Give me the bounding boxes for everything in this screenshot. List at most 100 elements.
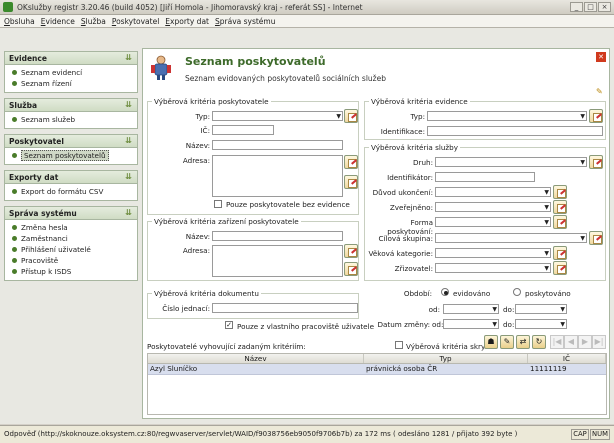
change-date-to-select[interactable]: [515, 319, 567, 329]
content-area: Evidence ⇊ Seznam evidencí Seznam řízení …: [0, 28, 614, 424]
table-row[interactable]: Azyl Sluníčko právnická osoba ČR 1111111…: [148, 364, 606, 375]
provider-ic-input[interactable]: [212, 125, 274, 135]
first-page-icon[interactable]: |◀: [550, 335, 564, 349]
menu-sluzba[interactable]: Služba: [81, 17, 106, 26]
sidebar-group-header[interactable]: Evidence ⇊: [5, 52, 137, 65]
prev-page-icon[interactable]: ◀: [564, 335, 578, 349]
facility-address-edit-button[interactable]: [344, 244, 358, 258]
ic-label: IČ:: [200, 126, 210, 135]
period-poskytovano-radio[interactable]: [513, 288, 521, 296]
sidebar-item-seznam-evidenci[interactable]: Seznam evidencí: [5, 67, 137, 78]
maximize-button[interactable]: □: [584, 2, 597, 12]
facility-address-textarea[interactable]: [212, 245, 343, 277]
shuffle-icon[interactable]: ⇄: [516, 335, 530, 349]
termination-reason-picker-button[interactable]: [553, 185, 567, 199]
pencil-icon[interactable]: ✎: [596, 87, 605, 96]
num-lock-indicator: NUM: [590, 429, 610, 440]
reference-number-input[interactable]: [212, 303, 358, 313]
collapse-icon[interactable]: ⇊: [125, 53, 132, 62]
druh-select[interactable]: [435, 157, 587, 167]
sidebar-item-seznam-poskytovatelu[interactable]: Seznam poskytovatelů: [5, 150, 137, 161]
collapse-icon[interactable]: ⇊: [125, 100, 132, 109]
minimize-button[interactable]: _: [570, 2, 583, 12]
termination-reason-select[interactable]: [435, 187, 551, 197]
change-date-from-select[interactable]: [443, 319, 499, 329]
next-page-icon[interactable]: ▶: [578, 335, 592, 349]
sidebar-group-header[interactable]: Správa systému ⇊: [5, 207, 137, 220]
sidebar-item-zmena-hesla[interactable]: Změna hesla: [5, 222, 137, 233]
sidebar-item-prihlaseni[interactable]: Přihlášení uživatelé: [5, 244, 137, 255]
target-group-select[interactable]: [435, 233, 587, 243]
service-criteria-legend: Výběrová kritéria služby: [369, 143, 460, 152]
column-header-nazev[interactable]: Název: [148, 354, 364, 363]
sidebar-group-header[interactable]: Exporty dat ⇊: [5, 171, 137, 184]
table-header: Název Typ IČ: [148, 354, 606, 364]
address-edit-button[interactable]: [344, 155, 358, 169]
refresh-icon[interactable]: ↻: [532, 335, 546, 349]
bullet-icon: [12, 269, 17, 274]
age-category-select[interactable]: [435, 248, 551, 258]
sidebar-item-label: Změna hesla: [21, 223, 68, 232]
menu-obsluha[interactable]: Obsluha: [4, 17, 35, 26]
published-label: Zveřejněno:: [389, 203, 433, 212]
cell-nazev: Azyl Sluníčko: [150, 364, 198, 373]
provider-name-input[interactable]: [212, 140, 343, 150]
facility-address-picker-button[interactable]: [344, 262, 358, 276]
hide-criteria-checkbox[interactable]: [395, 341, 403, 349]
founder-picker-button[interactable]: [553, 261, 567, 275]
sidebar-group-title: Správa systému: [9, 209, 77, 218]
provider-type-select[interactable]: [212, 111, 343, 121]
sidebar-item-isds[interactable]: Přístup k ISDS: [5, 266, 137, 277]
column-header-ic[interactable]: IČ: [528, 354, 606, 363]
collapse-icon[interactable]: ⇊: [125, 208, 132, 217]
sidebar-item-zamestnanci[interactable]: Zaměstnanci: [5, 233, 137, 244]
sidebar-item-export-csv[interactable]: Export do formátu CSV: [5, 186, 137, 197]
bullet-icon: [12, 189, 17, 194]
period-to-select[interactable]: [515, 304, 567, 314]
results-table: Název Typ IČ Azyl Sluníčko právnická oso…: [147, 353, 607, 415]
identifier-input[interactable]: [435, 172, 535, 182]
sidebar-item-seznam-rizeni[interactable]: Seznam řízení: [5, 78, 137, 89]
sidebar-group-header[interactable]: Služba ⇊: [5, 99, 137, 112]
provider-type-picker-button[interactable]: [344, 109, 358, 123]
sidebar-item-pracoviste[interactable]: Pracoviště: [5, 255, 137, 266]
caps-lock-indicator: CAP: [571, 429, 589, 440]
no-evidence-checkbox[interactable]: [214, 200, 222, 208]
provision-form-select[interactable]: [435, 217, 551, 227]
target-group-picker-button[interactable]: [589, 231, 603, 245]
age-category-picker-button[interactable]: [553, 246, 567, 260]
collapse-icon[interactable]: ⇊: [125, 136, 132, 145]
evidence-type-select[interactable]: [427, 111, 587, 121]
provision-form-picker-button[interactable]: [553, 215, 567, 229]
change-date-to-label: do:: [503, 320, 515, 329]
column-header-typ[interactable]: Typ: [364, 354, 528, 363]
facility-name-input[interactable]: [212, 231, 343, 241]
identification-input[interactable]: [427, 126, 603, 136]
published-picker-button[interactable]: [553, 200, 567, 214]
period-from-select[interactable]: [443, 304, 499, 314]
sidebar-item-seznam-sluzeb[interactable]: Seznam služeb: [5, 114, 137, 125]
menu-evidence[interactable]: Evidence: [41, 17, 75, 26]
menu-sprava[interactable]: Správa systému: [215, 17, 276, 26]
evidence-type-picker-button[interactable]: [589, 109, 603, 123]
druh-picker-button[interactable]: [589, 155, 603, 169]
last-page-icon[interactable]: ▶|: [592, 335, 606, 349]
window-titlebar: OKslužby registr 3.20.46 (build 4052) [J…: [0, 0, 614, 15]
period-evidovano-radio[interactable]: [441, 288, 449, 296]
menu-poskytovatel[interactable]: Poskytovatel: [112, 17, 159, 26]
own-workplace-checkbox[interactable]: ✓: [225, 321, 233, 329]
close-panel-button[interactable]: ✕: [596, 52, 606, 62]
sidebar-item-label: Seznam řízení: [21, 79, 72, 88]
collapse-icon[interactable]: ⇊: [125, 172, 132, 181]
published-select[interactable]: [435, 202, 551, 212]
address-picker-button[interactable]: [344, 175, 358, 189]
menu-exporty[interactable]: Exporty dat: [165, 17, 209, 26]
provider-address-textarea[interactable]: [212, 155, 343, 197]
edit-tool-icon[interactable]: ✎: [500, 335, 514, 349]
founder-select[interactable]: [435, 263, 551, 273]
sidebar-item-label: Přístup k ISDS: [21, 267, 72, 276]
name-label: Název:: [185, 141, 210, 150]
new-provider-icon[interactable]: ☗: [484, 335, 498, 349]
sidebar-group-header[interactable]: Poskytovatel ⇊: [5, 135, 137, 148]
close-window-button[interactable]: ×: [598, 2, 611, 12]
